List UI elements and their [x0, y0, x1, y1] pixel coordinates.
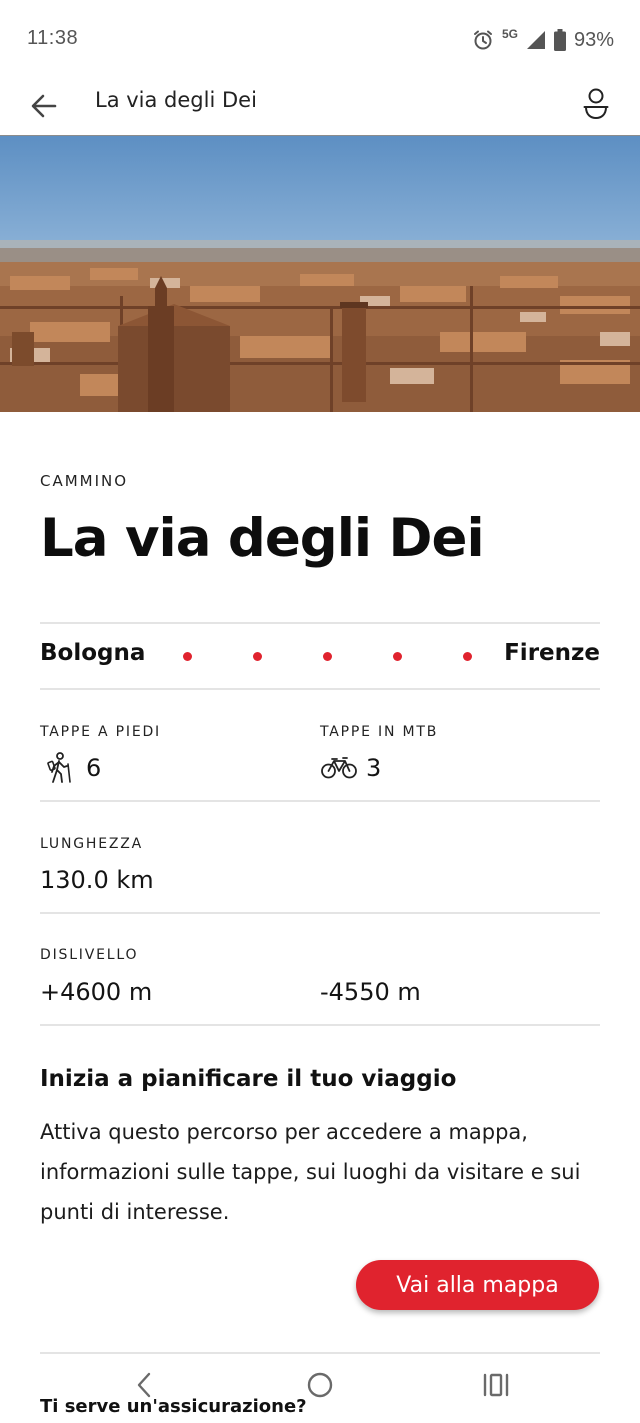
- mtb-stages-value: 3: [366, 754, 382, 782]
- route-start: Bologna: [40, 640, 146, 666]
- app-bar-title: La via degli Dei: [95, 88, 257, 112]
- user-icon: [583, 88, 609, 120]
- arrow-left-icon: [31, 94, 57, 118]
- bicycle-icon: [321, 757, 357, 779]
- divider: [40, 1352, 600, 1354]
- route-dot: [183, 652, 192, 661]
- walking-stages-label: TAPPE A PIEDI: [40, 724, 161, 740]
- route-dot: [323, 652, 332, 661]
- divider: [40, 622, 600, 624]
- length-label: LUNGHEZZA: [40, 836, 144, 852]
- length-value: 130.0 km: [40, 866, 154, 894]
- nav-back-button[interactable]: [120, 1365, 168, 1405]
- hero-image: [0, 136, 640, 412]
- elevation-loss: -4550 m: [320, 978, 421, 1006]
- hiking-icon: [47, 752, 71, 783]
- status-bar: 11:38 5G 93%: [0, 0, 640, 80]
- nav-recents-icon: [483, 1373, 509, 1397]
- network-type: 5G: [501, 27, 518, 41]
- nav-recents-button[interactable]: [472, 1365, 520, 1405]
- battery-icon: [553, 29, 566, 51]
- city-skyline-illustration: [0, 240, 640, 412]
- route-dot: [253, 652, 262, 661]
- walking-stages-value: 6: [86, 754, 102, 782]
- divider: [40, 800, 600, 802]
- divider: [40, 912, 600, 914]
- status-indicators: 5G 93%: [472, 26, 614, 54]
- insurance-title[interactable]: Ti serve un'assicurazione?: [40, 1396, 307, 1417]
- signal-icon: [526, 31, 545, 49]
- plan-title: Inizia a pianificare il tuo viaggio: [40, 1066, 457, 1092]
- route-dot: [393, 652, 402, 661]
- status-time: 11:38: [27, 27, 79, 49]
- plan-description: Attiva questo percorso per accedere a ma…: [40, 1120, 581, 1224]
- divider: [40, 688, 600, 690]
- trail-title: La via degli Dei: [40, 508, 485, 569]
- elevation-label: DISLIVELLO: [40, 947, 139, 963]
- alarm-icon: [473, 30, 492, 50]
- mtb-stages-label: TAPPE IN MTB: [320, 724, 439, 740]
- back-button[interactable]: [24, 86, 64, 126]
- go-to-map-button[interactable]: Vai alla mappa: [356, 1260, 599, 1310]
- elevation-gain: +4600 m: [40, 978, 153, 1006]
- nav-home-button[interactable]: [296, 1365, 344, 1405]
- route-end: Firenze: [504, 640, 600, 666]
- divider: [40, 1024, 600, 1026]
- route-dot: [463, 652, 472, 661]
- nav-back-icon: [137, 1372, 151, 1398]
- battery-percent: 93%: [573, 28, 614, 51]
- profile-button[interactable]: [576, 84, 616, 124]
- trail-category: CAMMINO: [40, 472, 129, 490]
- nav-home-icon: [307, 1372, 333, 1398]
- app-bar: La via degli Dei: [0, 80, 640, 136]
